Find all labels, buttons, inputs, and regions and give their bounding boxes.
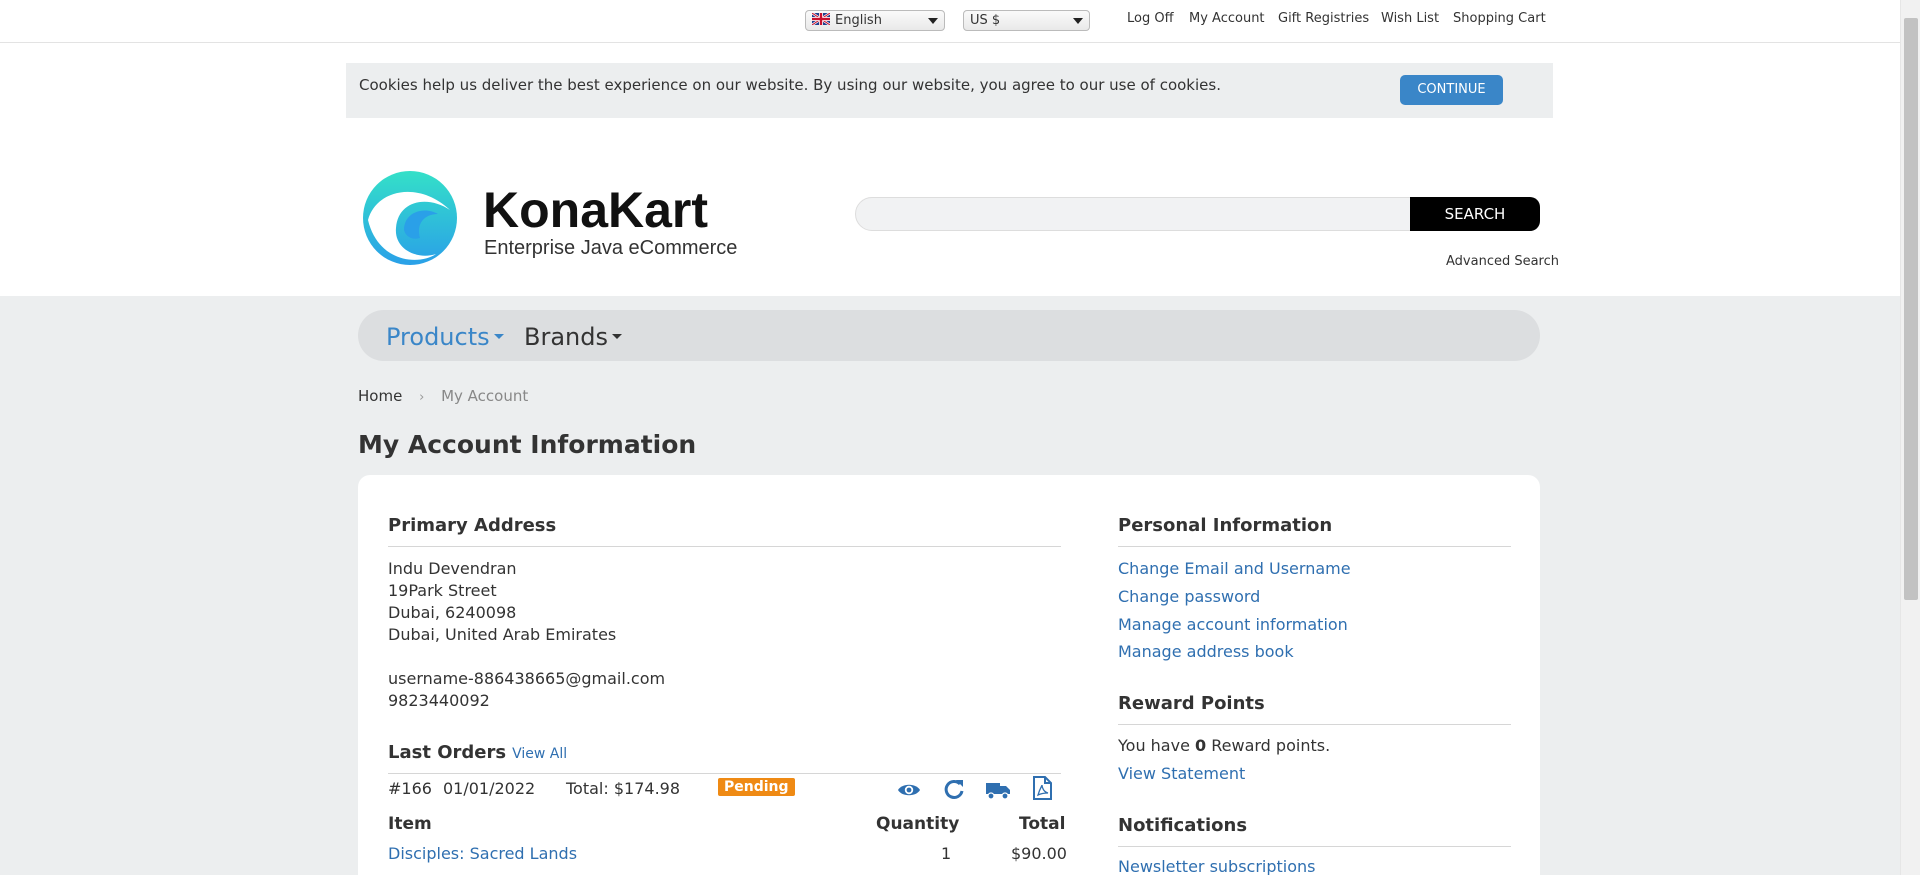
divider (1118, 546, 1511, 547)
nav-brands[interactable]: Brands (524, 323, 622, 351)
order-number: #166 (388, 779, 432, 798)
account-email: username-886438665@gmail.com (388, 669, 666, 688)
breadcrumb: Home › My Account (358, 387, 528, 405)
account-card: Primary Address Indu Devendran 19Park St… (358, 475, 1540, 875)
wish-list-link[interactable]: Wish List (1381, 11, 1439, 26)
manage-address-book-link[interactable]: Manage address book (1118, 642, 1294, 661)
order-status-badge: Pending (718, 778, 795, 796)
divider (1118, 724, 1511, 725)
quantity-column-header: Quantity (876, 814, 960, 834)
cookie-message: Cookies help us deliver the best experie… (359, 76, 1221, 94)
order-date: 01/01/2022 (443, 779, 536, 798)
last-orders-heading: Last Orders View All (388, 742, 567, 763)
reorder-refresh-icon[interactable] (941, 777, 967, 801)
breadcrumb-current: My Account (441, 387, 529, 405)
gift-registries-link[interactable]: Gift Registries (1278, 11, 1369, 26)
advanced-search-link[interactable]: Advanced Search (1446, 254, 1559, 269)
manage-account-info-link[interactable]: Manage account information (1118, 615, 1348, 634)
continue-button[interactable]: CONTINUE (1400, 75, 1503, 105)
track-shipment-truck-icon[interactable] (985, 778, 1011, 802)
caret-down-icon (612, 334, 622, 339)
nav-products-label: Products (386, 323, 490, 351)
page-title: My Account Information (358, 430, 697, 459)
view-order-eye-icon[interactable] (896, 778, 922, 802)
language-select[interactable]: English (805, 10, 945, 31)
last-orders-title: Last Orders (388, 742, 507, 763)
divider (388, 546, 1061, 547)
currency-select[interactable]: US $ (963, 10, 1090, 31)
search-input[interactable] (855, 197, 1411, 231)
download-pdf-invoice-icon[interactable] (1029, 776, 1055, 800)
svg-text:KonaKart: KonaKart (483, 182, 708, 238)
uk-flag-icon (812, 13, 830, 25)
address-region-country: Dubai, United Arab Emirates (388, 625, 617, 644)
primary-address-heading: Primary Address (388, 515, 557, 536)
item-column-header: Item (388, 814, 432, 834)
view-statement-link[interactable]: View Statement (1118, 764, 1245, 783)
log-off-link[interactable]: Log Off (1127, 11, 1174, 26)
chevron-right-icon: › (419, 390, 425, 405)
breadcrumb-home[interactable]: Home (358, 387, 402, 405)
konakart-logo[interactable]: KonaKart Enterprise Java eCommerce (358, 170, 738, 265)
main-nav: Products Brands (358, 310, 1540, 361)
notifications-heading: Notifications (1118, 815, 1248, 836)
nav-brands-label: Brands (524, 323, 608, 351)
currency-value: US $ (970, 13, 1001, 28)
svg-text:Enterprise Java eCommerce: Enterprise Java eCommerce (484, 237, 737, 259)
language-value: English (835, 13, 882, 28)
my-account-link[interactable]: My Account (1189, 11, 1265, 26)
reward-points-prefix: You have (1118, 736, 1190, 755)
address-street: 19Park Street (388, 581, 497, 600)
divider (388, 773, 1061, 774)
order-item-quantity: 1 (941, 844, 952, 863)
logo-wave-icon: KonaKart Enterprise Java eCommerce (363, 171, 737, 265)
reward-points-suffix: Reward points. (1211, 736, 1331, 755)
cookie-banner: Cookies help us deliver the best experie… (346, 63, 1553, 118)
account-phone: 9823440092 (388, 691, 490, 710)
personal-info-heading: Personal Information (1118, 515, 1333, 536)
order-item-total: $90.00 (1011, 844, 1067, 863)
reward-points-value: 0 (1195, 736, 1207, 755)
shopping-cart-link[interactable]: Shopping Cart (1453, 11, 1546, 26)
order-item-link[interactable]: Disciples: Sacred Lands (388, 844, 577, 863)
change-email-username-link[interactable]: Change Email and Username (1118, 559, 1351, 578)
order-total: Total: $174.98 (566, 779, 681, 798)
search-button[interactable]: SEARCH (1410, 197, 1540, 231)
nav-products[interactable]: Products (386, 323, 504, 351)
chevron-down-icon (1073, 18, 1083, 24)
view-all-orders-link[interactable]: View All (512, 746, 567, 762)
scrollbar-thumb[interactable] (1904, 18, 1918, 600)
reward-points-text: You have 0 Reward points. (1118, 736, 1330, 755)
change-password-link[interactable]: Change password (1118, 587, 1260, 606)
total-column-header: Total (1019, 814, 1066, 834)
caret-down-icon (493, 334, 504, 339)
reward-points-heading: Reward Points (1118, 693, 1265, 714)
address-city-zip: Dubai, 6240098 (388, 603, 517, 622)
newsletter-subscriptions-link[interactable]: Newsletter subscriptions (1118, 857, 1316, 875)
divider (1118, 846, 1511, 847)
address-name: Indu Devendran (388, 559, 517, 578)
vertical-scrollbar[interactable] (1900, 0, 1920, 875)
top-utility-bar: English US $ Log Off My Account Gift Reg… (0, 0, 1900, 43)
chevron-down-icon (928, 18, 938, 24)
